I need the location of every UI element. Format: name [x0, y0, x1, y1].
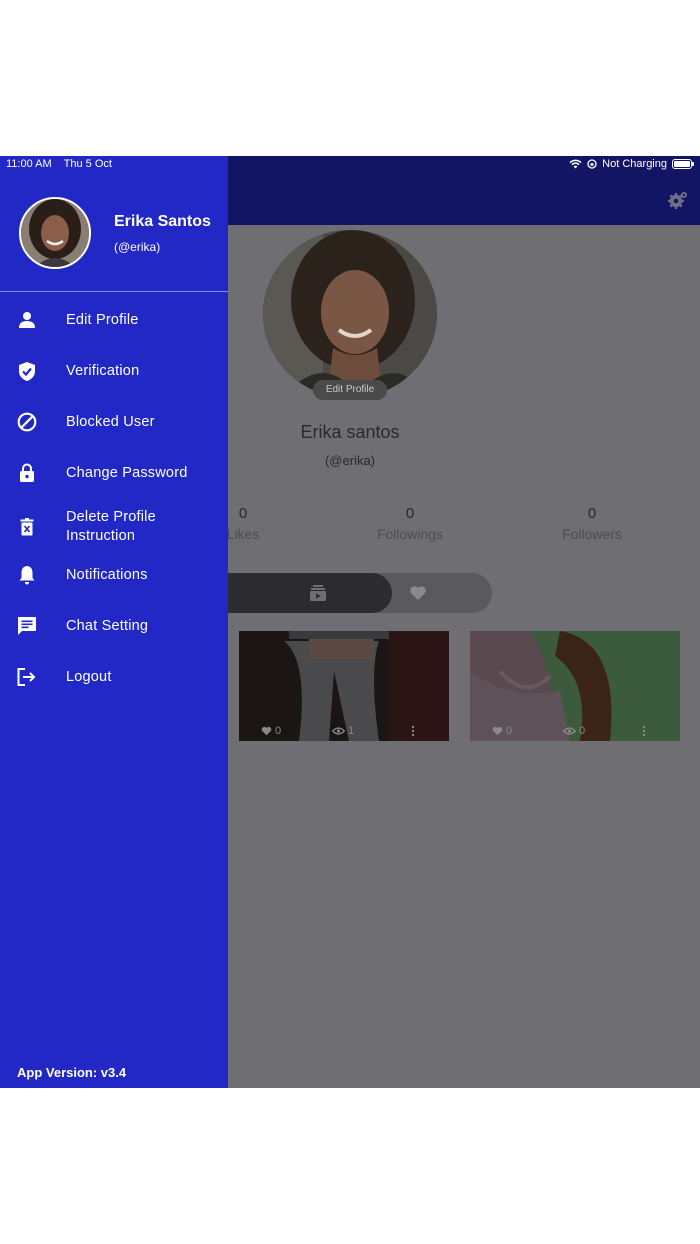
eye-icon: [563, 727, 576, 735]
likes-count: 0: [275, 725, 282, 737]
stat-followings[interactable]: 0 Followings: [355, 505, 465, 542]
status-bar: 11:00 AM Thu 5 Oct Not Charging: [0, 156, 700, 174]
heart-icon: [410, 586, 426, 600]
status-date: Thu 5 Oct: [63, 158, 112, 170]
settings-icon[interactable]: [666, 189, 690, 213]
menu-label: Blocked User: [66, 413, 155, 430]
menu-label: Edit Profile: [66, 311, 139, 328]
bell-icon: [16, 564, 38, 586]
app-version: App Version: v3.4: [17, 1065, 127, 1080]
more-options-icon[interactable]: [411, 725, 415, 737]
menu-label: Verification: [66, 362, 140, 379]
menu-item-verification[interactable]: Verification: [0, 348, 228, 394]
logout-icon: [16, 666, 38, 688]
stat-followers[interactable]: 0 Followers: [537, 505, 647, 542]
menu-item-logout[interactable]: Logout: [0, 654, 228, 700]
menu-label: Delete Profile Instruction: [66, 509, 156, 544]
video-card[interactable]: 0 0: [470, 631, 680, 741]
video-likes: 0: [261, 725, 281, 737]
menu-item-change-password[interactable]: Change Password: [0, 450, 228, 496]
stat-label: Followings: [376, 526, 444, 542]
menu-item-chat-setting[interactable]: Chat Setting: [0, 603, 228, 649]
edit-profile-chip[interactable]: Edit Profile: [313, 380, 387, 400]
more-options-icon[interactable]: [642, 725, 646, 737]
heart-icon: [492, 726, 503, 736]
drawer-user-name: Erika Santos: [114, 213, 211, 230]
profile-photo[interactable]: [263, 230, 437, 398]
charging-status: Not Charging: [602, 158, 667, 170]
lock-icon: [16, 462, 38, 484]
menu-item-blocked-user[interactable]: Blocked User: [0, 399, 228, 445]
menu-label: Notifications: [66, 566, 148, 583]
video-likes: 0: [492, 725, 512, 737]
delete-icon: [16, 516, 38, 538]
stat-value: 0: [587, 505, 597, 522]
menu-label: Logout: [66, 668, 112, 685]
video-library-icon: [310, 585, 326, 601]
stat-label: Followers: [562, 526, 622, 542]
video-views: 0: [563, 725, 585, 737]
block-icon: [16, 411, 38, 433]
menu-item-edit-profile[interactable]: Edit Profile: [0, 297, 228, 343]
menu-item-delete-profile-instruction[interactable]: Delete Profile Instruction: [0, 501, 228, 553]
drawer-user-handle: (@erika): [114, 240, 161, 254]
avatar[interactable]: [19, 197, 91, 269]
orientation-lock-icon: [587, 159, 597, 169]
wifi-icon: [569, 159, 582, 169]
eye-icon: [332, 727, 345, 735]
tab-liked[interactable]: [392, 573, 492, 613]
menu-label: Change Password: [66, 464, 188, 481]
battery-icon: [672, 159, 694, 169]
likes-count: 0: [506, 725, 513, 737]
person-icon: [16, 309, 38, 331]
app-screen: 11:00 AM Thu 5 Oct Not Charging Edit Pro…: [0, 156, 700, 1088]
menu-label: Chat Setting: [66, 617, 149, 634]
video-views: 1: [332, 725, 354, 737]
stat-value: 0: [405, 505, 415, 522]
menu-item-notifications[interactable]: Notifications: [0, 552, 228, 598]
views-count: 1: [348, 725, 355, 737]
views-count: 0: [579, 725, 586, 737]
chat-icon: [16, 615, 38, 637]
shield-check-icon: [16, 360, 38, 382]
heart-icon: [261, 726, 272, 736]
navigation-drawer: Erika Santos (@erika) Edit Profile Verif…: [0, 156, 228, 1088]
status-time: 11:00 AM: [6, 158, 52, 170]
drawer-header: Erika Santos (@erika): [0, 156, 228, 292]
video-card[interactable]: 0 1: [239, 631, 449, 741]
